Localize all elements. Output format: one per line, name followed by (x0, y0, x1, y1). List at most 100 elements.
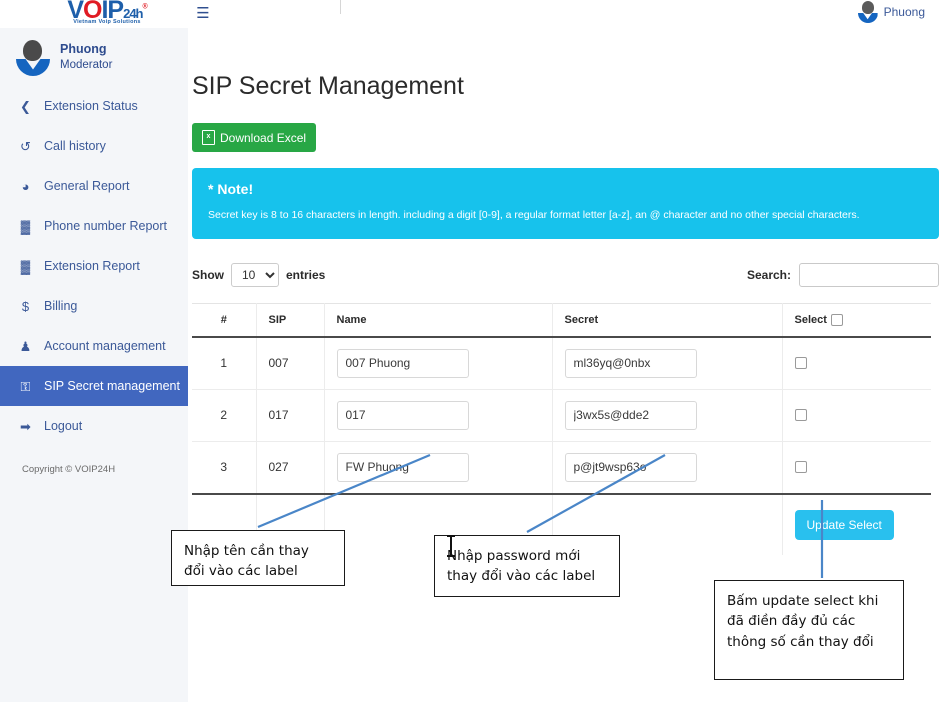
brand-logo[interactable]: VOIP24h® Vietnam Voip Solutions (0, 0, 188, 28)
cell-select (782, 441, 931, 495)
table-row: 2 017 (192, 389, 931, 442)
sidebar-item-label: Extension Status (44, 99, 138, 113)
sidebar-profile[interactable]: Phuong Moderator (0, 28, 188, 86)
footer-cell-secret (552, 493, 783, 555)
sip-secret-table: # SIP Name Secret Select 100720173027 (192, 302, 931, 555)
sidebar-item-logout[interactable]: ➡ Logout (0, 406, 188, 446)
column-header-secret[interactable]: Secret (552, 302, 783, 338)
download-excel-label: Download Excel (220, 130, 307, 145)
table-row: 3 027 (192, 441, 931, 495)
topbar: ☰ Phuong (188, 0, 943, 30)
entries-per-page-select[interactable]: 102550100 (231, 262, 279, 287)
table-header-row: # SIP Name Secret Select (192, 302, 931, 338)
sidebar-item-label: Call history (44, 139, 106, 153)
footer-cell-num (192, 493, 257, 555)
sidebar: VOIP24h® Vietnam Voip Solutions Phuong M… (0, 0, 188, 702)
sidebar-item-extension-status[interactable]: ❮ Extension Status (0, 86, 188, 126)
user-avatar-icon (857, 1, 878, 23)
name-input[interactable] (336, 452, 469, 482)
cell-sip: 027 (256, 441, 325, 495)
footer-cell-sip (256, 493, 325, 555)
cell-num: 3 (192, 441, 257, 495)
sidebar-item-label: Account management (44, 339, 166, 353)
logo-tagline: Vietnam Voip Solutions (73, 19, 141, 25)
row-select-checkbox[interactable] (794, 461, 807, 474)
pie-chart-icon: ◕ (21, 178, 30, 194)
sidebar-item-label: Extension Report (44, 259, 140, 273)
cell-secret (552, 336, 783, 390)
page-title: SIP Secret Management (192, 72, 464, 100)
secret-input[interactable] (564, 348, 697, 378)
avatar (16, 39, 50, 76)
secret-input[interactable] (564, 452, 697, 482)
row-select-checkbox[interactable] (794, 409, 807, 422)
note-banner: * Note! Secret key is 8 to 16 characters… (192, 168, 939, 239)
cell-secret (552, 441, 783, 495)
topbar-user-menu[interactable]: Phuong (857, 1, 925, 23)
cell-name (324, 336, 553, 390)
table-body: 100720173027 (192, 336, 931, 495)
sidebar-item-label: SIP Secret management (44, 379, 180, 393)
sidebar-item-billing[interactable]: $ Billing (0, 286, 188, 326)
bar-chart-icon: ▓ (20, 218, 31, 234)
sidebar-item-sip-secret-management[interactable]: ⚿ SIP Secret management (0, 366, 188, 406)
main-content: SIP Secret Management x Download Excel *… (188, 30, 943, 702)
profile-role: Moderator (60, 58, 113, 71)
name-input[interactable] (336, 400, 469, 430)
footer-cell-action: Update Select (782, 494, 931, 555)
column-header-name[interactable]: Name (324, 302, 553, 338)
entries-label: entries (286, 267, 326, 282)
column-header-select: Select (782, 302, 931, 338)
logo-registered-mark: ® (142, 3, 148, 11)
search-label: Search: (746, 267, 791, 282)
sidebar-item-extension-report[interactable]: ▓ Extension Report (0, 246, 188, 286)
user-icon: ♟ (19, 338, 32, 354)
column-header-sip[interactable]: SIP (256, 302, 325, 338)
column-header-select-label: Select (794, 313, 827, 326)
download-excel-button[interactable]: x Download Excel (192, 123, 317, 152)
cell-name (324, 441, 553, 495)
sidebar-item-call-history[interactable]: ↺ Call history (0, 126, 188, 166)
sidebar-item-label: Logout (44, 419, 83, 433)
cell-select (782, 336, 931, 390)
note-text: Secret key is 8 to 16 characters in leng… (208, 209, 860, 221)
cell-select (782, 389, 931, 442)
sidebar-item-general-report[interactable]: ◕ General Report (0, 166, 188, 206)
topbar-user-name: Phuong (883, 5, 925, 19)
note-title: * Note! (208, 181, 254, 197)
share-icon: ❮ (20, 98, 31, 114)
sidebar-copyright: Copyright © VOIP24H (22, 464, 116, 475)
cell-num: 2 (192, 389, 257, 442)
cell-num: 1 (192, 336, 257, 390)
update-select-button[interactable]: Update Select (794, 509, 894, 540)
sidebar-item-label: Billing (44, 299, 78, 313)
hamburger-menu-icon[interactable]: ☰ (192, 4, 214, 24)
topbar-divider (340, 0, 341, 14)
sidebar-nav: ❮ Extension Status ↺ Call history ◕ General R… (0, 86, 188, 446)
table-controls: Show 102550100 entries Search: (192, 261, 939, 289)
sidebar-item-label: Phone number Report (44, 219, 167, 233)
show-label: Show (192, 267, 224, 282)
search-input[interactable] (799, 262, 939, 287)
row-select-checkbox[interactable] (794, 357, 807, 370)
profile-name: Phuong (60, 41, 107, 56)
logout-icon: ➡ (20, 418, 31, 434)
select-all-checkbox[interactable] (830, 313, 843, 326)
excel-file-icon: x (202, 130, 215, 145)
table-footer-row: Update Select (192, 493, 931, 555)
name-input[interactable] (336, 348, 469, 378)
history-icon: ↺ (20, 138, 31, 154)
footer-cell-name (324, 493, 553, 555)
table-row: 1 007 (192, 336, 931, 390)
column-header-num[interactable]: # (192, 302, 257, 338)
secret-input[interactable] (564, 400, 697, 430)
cell-secret (552, 389, 783, 442)
bar-chart-icon: ▓ (20, 258, 31, 274)
cell-sip: 017 (256, 389, 325, 442)
sidebar-item-account-management[interactable]: ♟ Account management (0, 326, 188, 366)
cell-sip: 007 (256, 336, 325, 390)
lock-icon: ⚿ (20, 378, 31, 394)
sidebar-item-phone-number-report[interactable]: ▓ Phone number Report (0, 206, 188, 246)
cell-name (324, 389, 553, 442)
sidebar-item-label: General Report (44, 179, 130, 193)
